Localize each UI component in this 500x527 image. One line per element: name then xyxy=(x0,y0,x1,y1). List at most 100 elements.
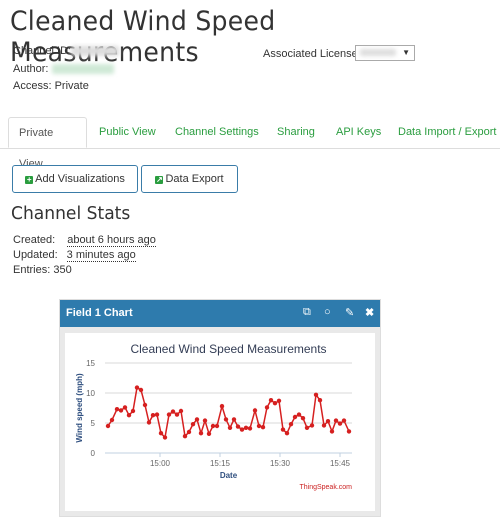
data-point xyxy=(284,431,290,436)
access-value: Private xyxy=(54,80,89,92)
chart-credit: ThingSpeak.com xyxy=(299,484,352,491)
data-point xyxy=(142,402,148,408)
comment-icon[interactable]: ○ xyxy=(324,306,331,318)
x-tick-label: 15:15 xyxy=(210,459,231,468)
data-point xyxy=(105,423,111,429)
data-point xyxy=(162,435,168,440)
data-point xyxy=(109,417,115,423)
data-point xyxy=(130,408,136,414)
data-export-label: Data Export xyxy=(165,173,224,185)
panel-header: Field 1 Chart ⧉ ○ ✎ ✖ xyxy=(60,300,380,327)
tab-api-keys[interactable]: API Keys xyxy=(336,117,381,148)
data-point xyxy=(170,409,176,414)
license-value-redacted xyxy=(360,49,396,56)
data-point xyxy=(239,427,245,432)
created-label: Created: xyxy=(13,234,56,246)
data-point xyxy=(235,424,241,429)
data-point xyxy=(247,426,253,431)
data-point xyxy=(202,418,208,423)
entries-label: Entries: xyxy=(13,264,51,276)
tab-data-import-export[interactable]: Data Import / Export xyxy=(398,117,496,148)
data-point xyxy=(198,431,204,436)
data-point xyxy=(138,387,144,393)
data-point xyxy=(194,417,200,422)
add-visualizations-label: Add Visualizations xyxy=(35,173,125,185)
data-export-button[interactable]: ↗ Data Export xyxy=(141,165,238,193)
data-point xyxy=(122,405,128,410)
data-point xyxy=(292,414,298,420)
data-point xyxy=(317,398,323,403)
data-point xyxy=(214,423,220,429)
channel-id: Channel ID: xyxy=(13,45,120,57)
close-icon[interactable]: ✖ xyxy=(365,306,374,319)
add-visualizations-button[interactable]: + Add Visualizations xyxy=(12,165,138,193)
dropdown-arrow-icon: ▼ xyxy=(402,48,410,57)
x-tick-label: 15:30 xyxy=(270,459,291,468)
data-point xyxy=(341,418,347,423)
y-tick-label: 0 xyxy=(91,449,96,458)
data-point xyxy=(276,398,282,403)
data-point xyxy=(118,408,124,413)
created-value: about 6 hours ago xyxy=(67,234,156,247)
export-icon: ↗ xyxy=(155,175,164,184)
external-link-icon[interactable]: ⧉ xyxy=(303,306,311,319)
license-label: Associated License: xyxy=(263,48,361,60)
data-point xyxy=(288,422,294,427)
data-point xyxy=(304,425,310,430)
channel-id-value-redacted xyxy=(71,46,120,57)
channel-id-label: Channel ID: xyxy=(13,45,72,57)
data-point xyxy=(313,392,319,397)
y-tick-label: 15 xyxy=(86,359,95,368)
stat-created: Created: about 6 hours ago xyxy=(13,234,156,247)
x-axis-label: Date xyxy=(220,471,238,480)
license-select[interactable]: ▼ xyxy=(355,45,415,61)
access-label: Access: xyxy=(13,80,52,92)
series-line xyxy=(107,386,350,439)
data-point xyxy=(231,417,237,422)
author-label: Author: xyxy=(13,63,49,75)
data-point xyxy=(223,417,229,422)
data-point xyxy=(178,408,184,414)
data-point xyxy=(268,398,274,403)
data-point xyxy=(166,412,172,417)
y-tick-label: 5 xyxy=(91,419,96,428)
data-point xyxy=(256,423,262,429)
chart-area: Cleaned Wind Speed Measurements 0 5 10 15 15:… xyxy=(65,333,375,511)
x-tick-label: 15:00 xyxy=(150,459,171,468)
updated-label: Updated: xyxy=(13,249,58,261)
data-point xyxy=(296,412,302,417)
data-point xyxy=(300,416,306,421)
data-point xyxy=(126,413,132,418)
data-point xyxy=(325,419,331,424)
data-point xyxy=(329,429,335,434)
data-point xyxy=(333,418,339,423)
tab-sharing[interactable]: Sharing xyxy=(277,117,315,148)
y-axis-label: Wind speed (mph) xyxy=(75,373,84,443)
data-point xyxy=(337,421,343,426)
pencil-icon[interactable]: ✎ xyxy=(345,306,354,319)
access: Access: Private xyxy=(13,80,89,92)
author-link-redacted[interactable] xyxy=(51,64,114,75)
panel-title: Field 1 Chart xyxy=(66,307,133,319)
channel-stats-title: Channel Stats xyxy=(11,203,131,224)
data-point xyxy=(321,423,327,428)
data-point xyxy=(252,408,258,413)
data-point xyxy=(190,422,196,427)
tab-public-view[interactable]: Public View xyxy=(99,117,156,148)
data-point xyxy=(260,425,266,430)
tab-private-view[interactable]: Private View xyxy=(8,117,87,170)
data-point xyxy=(272,401,278,406)
data-point xyxy=(243,425,249,430)
x-tick-label: 15:45 xyxy=(330,459,351,468)
field-1-chart-panel: Field 1 Chart ⧉ ○ ✎ ✖ Cleaned Wind Speed… xyxy=(59,299,381,517)
wind-speed-chart: Cleaned Wind Speed Measurements 0 5 10 15 15:… xyxy=(75,342,352,491)
tab-channel-settings[interactable]: Channel Settings xyxy=(175,117,259,148)
data-point xyxy=(174,412,180,417)
updated-value: 3 minutes ago xyxy=(66,249,136,262)
stat-updated: Updated: 3 minutes ago xyxy=(13,249,136,262)
data-point xyxy=(114,407,120,412)
chart-title: Cleaned Wind Speed Measurements xyxy=(130,342,326,356)
data-point xyxy=(309,423,315,428)
data-point xyxy=(134,385,140,390)
data-point xyxy=(227,425,233,430)
